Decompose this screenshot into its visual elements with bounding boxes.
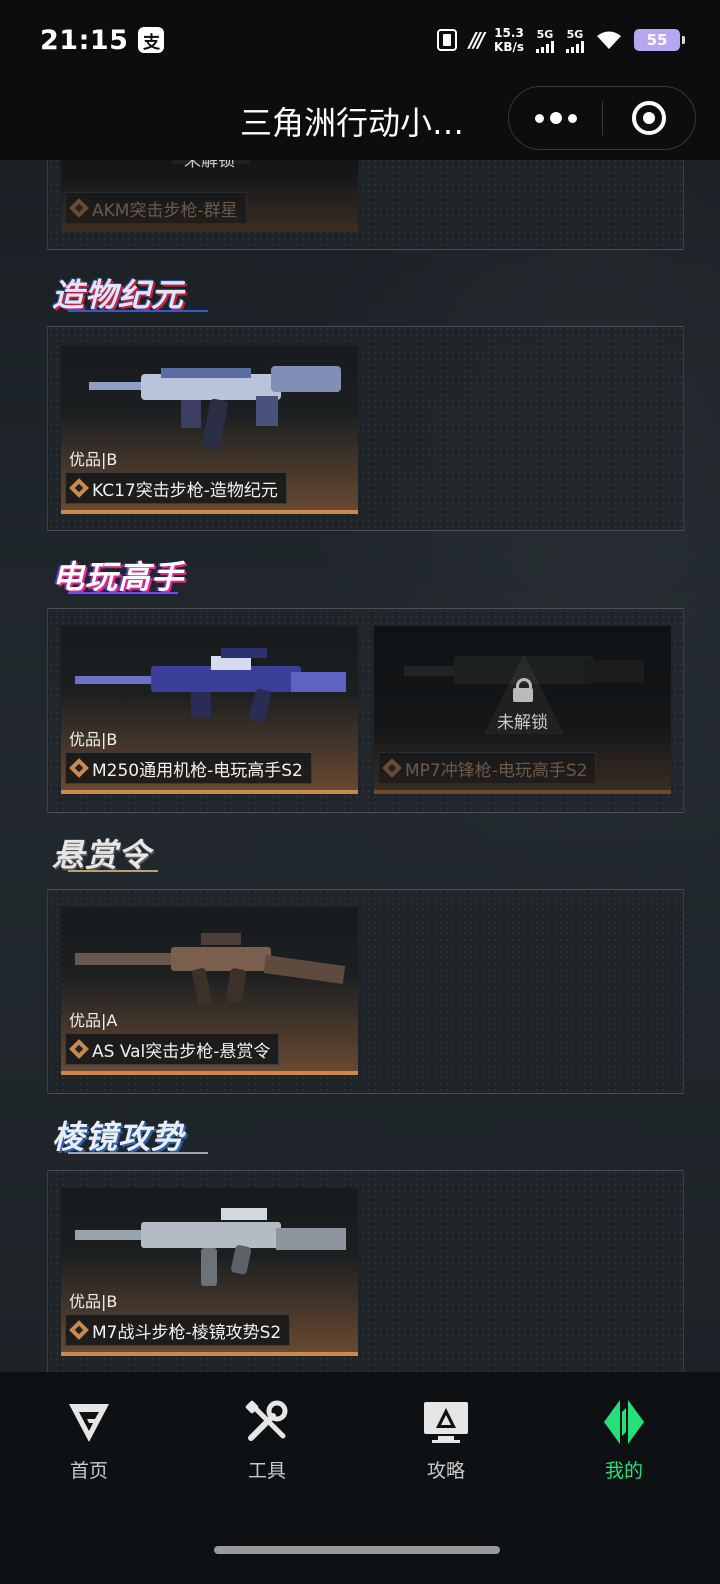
wifi-icon bbox=[597, 31, 621, 49]
diamond-icon bbox=[69, 1039, 89, 1059]
skin-collection-list[interactable]: 未解锁 AKM突击步枪-群星 造物纪元 优品|B KC17突击步枪-造物纪元 电… bbox=[0, 160, 720, 1372]
status-tag-icon: 支 bbox=[138, 27, 165, 53]
weapon-m7-image bbox=[75, 1208, 346, 1286]
skin-card-asval[interactable]: 优品|A AS Val突击步枪-悬赏令 bbox=[61, 907, 358, 1075]
signal-5g-1: 5G bbox=[536, 28, 554, 53]
tab-profile[interactable]: 我的 bbox=[564, 1398, 684, 1488]
weapon-m250-image bbox=[75, 648, 346, 723]
dot-icon bbox=[534, 113, 544, 123]
tab-label: 工具 bbox=[247, 1460, 286, 1482]
section-logo-prism: 棱镜攻势 bbox=[48, 1110, 208, 1160]
bottom-tab-bar: 首页 工具 攻略 我的 bbox=[0, 1372, 720, 1584]
skin-quality: 优品|B bbox=[69, 730, 118, 749]
skin-name: MP7冲锋枪-电玩高手S2 bbox=[405, 760, 588, 781]
home-indicator[interactable] bbox=[214, 1546, 500, 1554]
lock-text: 未解锁 bbox=[184, 160, 235, 171]
section-logo-creation: 造物纪元 bbox=[48, 268, 228, 318]
section-panel-prism: 优品|B M7战斗步枪-棱镜攻势S2 bbox=[47, 1170, 684, 1372]
guide-monitor-icon bbox=[424, 1402, 468, 1443]
tab-guide[interactable]: 攻略 bbox=[386, 1398, 506, 1488]
signal-label: 5G bbox=[536, 27, 554, 41]
skin-card-kc17[interactable]: 优品|B KC17突击步枪-造物纪元 bbox=[61, 346, 358, 514]
skin-name-tag: KC17突击步枪-造物纪元 bbox=[65, 472, 287, 504]
vibrate-icon bbox=[437, 29, 458, 51]
card-underline bbox=[61, 510, 358, 514]
diamond-icon bbox=[69, 1320, 89, 1340]
tab-home[interactable]: 首页 bbox=[29, 1398, 149, 1488]
section-panel-gamer: 优品|B M250通用机枪-电玩高手S2 未解锁 MP7冲锋枪-电玩高手S2 bbox=[47, 608, 684, 813]
diamond-icon bbox=[69, 478, 89, 498]
logo-decoration bbox=[68, 870, 158, 872]
skin-name-tag: MP7冲锋枪-电玩高手S2 bbox=[378, 752, 597, 784]
net-speed: 15.3 KB/s bbox=[494, 26, 524, 54]
page-title: 三角洲行动小… bbox=[240, 104, 465, 142]
section-panel-bounty: 优品|A AS Val突击步枪-悬赏令 bbox=[47, 889, 684, 1094]
net-speed-unit: KB/s bbox=[494, 40, 524, 54]
signal-label: 5G bbox=[566, 27, 584, 41]
diamond-icon bbox=[69, 198, 89, 218]
skin-name: M7战斗步枪-棱镜攻势S2 bbox=[92, 1322, 282, 1343]
diamond-icon bbox=[382, 758, 402, 778]
section-logo-bounty: 悬赏令 bbox=[48, 828, 168, 878]
skin-name-tag: AS Val突击步枪-悬赏令 bbox=[65, 1033, 280, 1065]
logo-decoration bbox=[68, 592, 178, 594]
nfc-icon: /// bbox=[469, 28, 485, 52]
skin-quality: 优品|B bbox=[69, 450, 118, 469]
skin-name: M250通用机枪-电玩高手S2 bbox=[92, 760, 303, 781]
section-panel-creation: 优品|B KC17突击步枪-造物纪元 bbox=[47, 326, 684, 531]
dot-icon bbox=[567, 113, 577, 123]
weapon-asval-image bbox=[75, 933, 346, 1006]
dot-icon bbox=[549, 112, 562, 124]
skin-name-tag: AKM突击步枪-群星 bbox=[65, 192, 247, 224]
lock-icon bbox=[512, 677, 533, 702]
skin-card-m250[interactable]: 优品|B M250通用机枪-电玩高手S2 bbox=[61, 626, 358, 794]
mini-program-capsule bbox=[508, 86, 696, 150]
logo-decoration bbox=[68, 1152, 208, 1154]
skin-name-tag: M250通用机枪-电玩高手S2 bbox=[65, 752, 312, 784]
signal-5g-2: 5G bbox=[566, 28, 584, 53]
card-underline bbox=[61, 1071, 358, 1075]
tab-label: 攻略 bbox=[426, 1460, 465, 1482]
skin-name: AS Val突击步枪-悬赏令 bbox=[92, 1041, 271, 1062]
tab-label: 首页 bbox=[69, 1460, 108, 1482]
card-underline bbox=[374, 790, 671, 794]
lock-text: 未解锁 bbox=[497, 712, 548, 733]
skin-name: AKM突击步枪-群星 bbox=[92, 200, 238, 221]
profile-logo-icon bbox=[604, 1400, 644, 1444]
tools-icon bbox=[245, 1400, 288, 1441]
skin-card-mp7[interactable]: 未解锁 MP7冲锋枪-电玩高手S2 bbox=[374, 626, 671, 794]
section-panel-stars: 未解锁 AKM突击步枪-群星 bbox=[47, 160, 684, 250]
net-speed-value: 15.3 bbox=[494, 26, 524, 40]
home-logo-icon bbox=[69, 1404, 109, 1442]
skin-quality: 优品|B bbox=[69, 1292, 118, 1311]
skin-card-m7[interactable]: 优品|B M7战斗步枪-棱镜攻势S2 bbox=[61, 1188, 358, 1356]
more-options-button[interactable] bbox=[509, 87, 602, 149]
card-underline bbox=[61, 1352, 358, 1356]
card-underline bbox=[61, 790, 358, 794]
logo-decoration bbox=[68, 310, 208, 312]
skin-name: KC17突击步枪-造物纪元 bbox=[92, 480, 278, 501]
section-logo-gamer: 电玩高手 bbox=[48, 550, 208, 600]
weapon-kc17-image bbox=[89, 366, 341, 451]
status-time: 21:15 bbox=[40, 24, 129, 56]
skin-quality: 优品|A bbox=[69, 1011, 118, 1030]
close-mini-program-button[interactable] bbox=[603, 87, 695, 149]
status-bar: 21:15 支 /// 15.3 KB/s 5G 5G 55 bbox=[0, 0, 720, 80]
signal-bars-icon bbox=[566, 40, 584, 53]
battery-icon: 55 bbox=[634, 29, 685, 51]
skin-card-akm[interactable]: 未解锁 AKM突击步枪-群星 bbox=[61, 160, 358, 232]
tab-tools[interactable]: 工具 bbox=[207, 1398, 327, 1488]
signal-bars-icon bbox=[536, 40, 554, 53]
tab-label: 我的 bbox=[604, 1460, 643, 1482]
target-ring-icon bbox=[631, 101, 666, 135]
skin-name-tag: M7战斗步枪-棱镜攻势S2 bbox=[65, 1314, 291, 1346]
diamond-icon bbox=[69, 758, 89, 778]
